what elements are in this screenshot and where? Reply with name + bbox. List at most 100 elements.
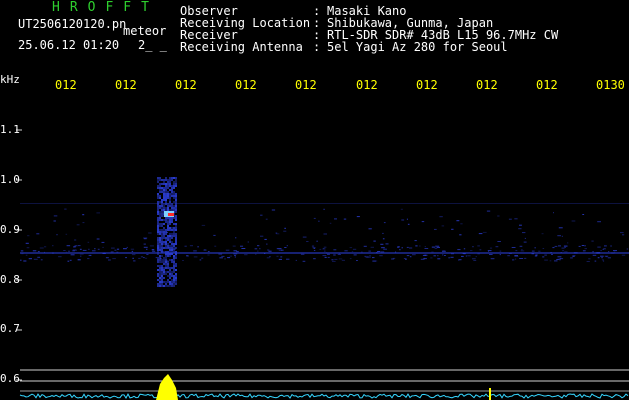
echo-pixel <box>169 271 171 273</box>
echo-pixel <box>159 189 161 191</box>
echo-pixel <box>163 207 165 209</box>
noise-speck <box>435 245 440 247</box>
echo-pixel <box>163 233 165 235</box>
echo-pixel <box>159 191 161 193</box>
echo-pixel <box>165 265 167 267</box>
echo-pixel <box>159 259 161 261</box>
echo-pixel <box>157 187 159 189</box>
echo-pixel <box>161 213 163 215</box>
echo-pixel <box>167 191 169 193</box>
noise-speck <box>601 257 603 259</box>
file-type: meteor <box>123 24 167 38</box>
noise-speck <box>412 254 416 256</box>
echo-pixel <box>163 269 165 271</box>
echo-pixel <box>171 275 173 277</box>
noise-speck <box>465 255 467 257</box>
noise-speck <box>534 247 536 249</box>
echo-pixel <box>159 283 161 285</box>
noise-speck <box>482 231 487 233</box>
echo-pixel <box>161 189 163 191</box>
noise-speck <box>563 245 568 247</box>
y-tick-label: 0.8 <box>0 273 20 286</box>
noise-speck <box>399 249 401 251</box>
noise-speck <box>369 255 371 257</box>
echo-pixel <box>171 281 173 283</box>
echo-pixel <box>159 247 161 249</box>
echo-pixel <box>159 243 161 245</box>
noise-speck <box>286 245 288 247</box>
noise-speck <box>36 233 40 235</box>
noise-speck <box>600 250 602 252</box>
echo-pixel <box>159 197 161 199</box>
echo-pixel <box>167 209 169 211</box>
echo-peak <box>168 213 174 216</box>
echo-pixel <box>171 209 173 211</box>
echo-pixel <box>167 237 169 239</box>
noise-speck <box>507 255 510 257</box>
echo-pixel <box>161 275 163 277</box>
noise-speck <box>67 260 70 262</box>
noise-speck <box>578 245 581 247</box>
noise-speck <box>497 241 501 242</box>
noise-speck <box>626 248 629 250</box>
noise-speck <box>582 250 586 252</box>
noise-speck <box>400 208 403 210</box>
echo-pixel <box>161 245 163 247</box>
noise-speck <box>64 208 67 210</box>
echo-pixel <box>173 217 175 219</box>
noise-speck <box>622 234 625 236</box>
noise-speck <box>87 241 90 243</box>
echo-pixel <box>157 273 159 275</box>
noise-speck <box>280 256 283 258</box>
noise-speck <box>322 255 327 257</box>
echo-pixel <box>159 211 161 213</box>
noise-speck <box>549 260 552 262</box>
echo-pixel <box>167 187 169 189</box>
noise-speck <box>385 243 389 245</box>
echo-pixel <box>175 229 177 231</box>
noise-speck <box>316 240 318 242</box>
echo-pixel <box>157 249 159 251</box>
echo-pixel <box>157 229 159 231</box>
spectrogram <box>16 129 629 400</box>
echo-pixel <box>161 269 163 271</box>
echo-pixel <box>169 183 171 185</box>
echo-pixel <box>169 259 171 261</box>
echo-pixel <box>171 191 173 193</box>
echo-pixel <box>169 239 171 241</box>
noise-speck <box>382 238 385 240</box>
noise-speck <box>467 255 471 257</box>
noise-speck <box>146 248 148 250</box>
noise-speck <box>511 247 516 248</box>
noise-speck <box>581 245 585 246</box>
echo-pixel <box>175 203 177 205</box>
noise-speck <box>582 214 585 215</box>
noise-speck <box>406 218 408 220</box>
echo-pixel <box>161 249 163 251</box>
echo-pixel <box>159 271 161 273</box>
echo-pixel <box>159 257 161 259</box>
noise-speck <box>155 257 157 259</box>
echo-pixel <box>157 217 159 219</box>
echo-pixel <box>159 217 161 219</box>
noise-speck <box>132 257 134 259</box>
noise-speck <box>53 220 56 222</box>
echo-pixel <box>163 189 165 191</box>
noise-speck <box>592 254 597 256</box>
noise-speck <box>73 246 76 248</box>
noise-speck <box>344 250 348 252</box>
noise-speck <box>407 223 410 225</box>
echo-pixel <box>175 209 177 211</box>
echo-pixel <box>169 269 171 271</box>
echo-pixel <box>171 241 173 243</box>
noise-speck <box>515 258 517 260</box>
echo-pixel <box>167 247 169 249</box>
echo-pixel <box>161 225 163 227</box>
echo-pixel <box>169 195 171 197</box>
echo-pixel <box>165 243 167 245</box>
echo-pixel <box>161 241 163 243</box>
noise-speck <box>232 245 236 247</box>
echo-pixel <box>175 273 177 275</box>
echo-pixel <box>161 179 163 181</box>
noise-speck <box>82 214 85 216</box>
